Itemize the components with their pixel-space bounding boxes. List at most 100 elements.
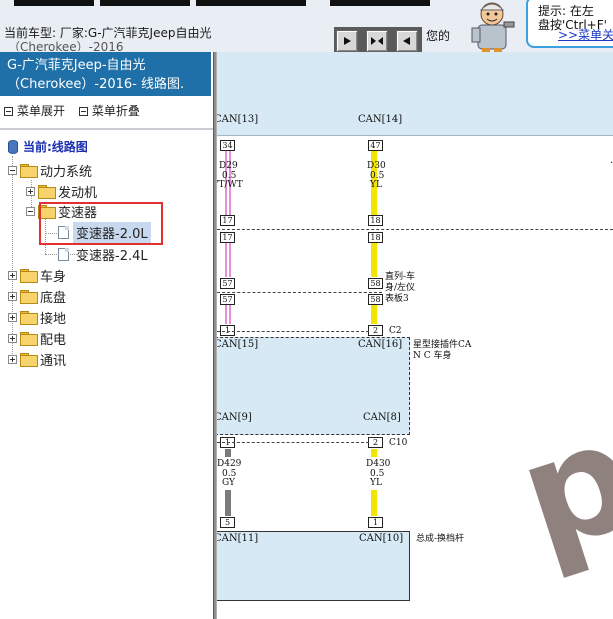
database-icon xyxy=(8,139,18,154)
wire-id-d29: D29 xyxy=(219,161,238,171)
red-highlight-annotation xyxy=(39,202,163,245)
pin-box: 17 xyxy=(220,232,235,243)
expand-toggle-icon[interactable] xyxy=(8,312,17,322)
tree-item-engine[interactable]: 发动机 xyxy=(26,182,98,201)
collapse-icon xyxy=(78,107,88,116)
component-label: 总成-换档杆 xyxy=(416,534,465,544)
expand-icon xyxy=(4,107,13,116)
connector-id-c10: C10 xyxy=(389,438,408,448)
pin-box: 58 xyxy=(368,278,383,289)
pin-box: 2 xyxy=(368,437,383,448)
menu-expand-button[interactable]: 菜单展开 xyxy=(4,104,65,118)
wiring-diagram-view[interactable]: CAN[13] CAN[14] · 34 47 D29 0.5 VT/WT D3… xyxy=(217,52,613,619)
tree-item-label: 车身 xyxy=(40,269,67,285)
pin-label-can9: CAN[9] xyxy=(217,412,252,423)
toolbar-button[interactable] xyxy=(14,0,94,6)
wire-color-code: VT/WT xyxy=(217,180,243,190)
pin-label-can14: CAN[14] xyxy=(358,114,403,125)
wire-pink xyxy=(225,241,231,277)
wire-id-d430: D430 xyxy=(366,459,391,469)
wire-gray xyxy=(225,490,231,516)
tree-item-label: 通讯 xyxy=(40,353,67,369)
pin-box: 1 xyxy=(368,517,383,528)
next-page-button[interactable] xyxy=(336,30,358,52)
pin-label-can8: CAN[8] xyxy=(363,412,401,423)
menu-collapse-label: 菜单折叠 xyxy=(91,104,140,118)
wire-pink xyxy=(225,302,231,324)
vehicle-title-line1: G-广汽菲克Jeep-自由光 xyxy=(7,58,146,73)
folder-icon xyxy=(20,332,38,346)
wire-color-code: YL xyxy=(370,478,382,488)
connector-boundary xyxy=(217,331,369,332)
pin-label-can16: CAN[16] xyxy=(358,339,403,350)
pin-box: 18 xyxy=(368,215,383,226)
component-label: N C 车身 xyxy=(413,351,452,361)
wire-yellow xyxy=(371,302,377,324)
pin-box: 17 xyxy=(220,215,235,226)
tip-line-1: 提示: 在左 xyxy=(538,4,594,18)
pin-box: 2 xyxy=(368,325,383,336)
pin-box: 18 xyxy=(368,232,383,243)
wire-gray xyxy=(225,449,231,457)
expand-toggle-icon[interactable] xyxy=(26,186,35,196)
pin-box: 5 xyxy=(220,517,235,528)
top-toolbar: 当前车型: 厂家:G-广汽菲克Jeep自由光 （Cherokee）-2016 您… xyxy=(0,0,613,54)
folder-icon xyxy=(20,269,38,283)
wire-yellow xyxy=(371,241,377,277)
tip-box: 提示: 在左 盘按'Ctrl+F' >>菜单关 xyxy=(526,0,613,48)
play-left-icon xyxy=(403,37,410,45)
mechanic-mascot-icon xyxy=(471,2,515,54)
pin-label-can11: CAN[11] xyxy=(217,533,259,544)
collapse-toggle-icon[interactable] xyxy=(8,165,17,175)
collapse-toggle-icon[interactable] xyxy=(26,206,35,216)
toolbar-button[interactable] xyxy=(196,0,306,6)
folder-icon xyxy=(38,185,56,199)
tree-item-ground[interactable]: 接地 xyxy=(8,308,67,327)
wire-color-code: GY xyxy=(222,478,235,488)
menu-collapse-button[interactable]: 菜单折叠 xyxy=(78,104,140,118)
tree-item-label: 底盘 xyxy=(40,290,67,306)
fit-page-button[interactable] xyxy=(366,30,388,52)
toolbar-button[interactable] xyxy=(100,0,190,6)
tree-item-label: 接地 xyxy=(40,311,67,327)
tree-item-communication[interactable]: 通讯 xyxy=(8,350,67,369)
expand-toggle-icon[interactable] xyxy=(8,291,17,301)
document-icon xyxy=(58,247,69,261)
pin-box: 34 xyxy=(220,140,235,151)
tree-item-chassis[interactable]: 底盘 xyxy=(8,287,67,306)
pin-label-can13: CAN[13] xyxy=(217,114,259,125)
connector-note: 直列-车 xyxy=(385,272,416,282)
wire-yellow xyxy=(371,449,377,457)
toolbar-button[interactable] xyxy=(330,0,430,6)
tree-item-body[interactable]: 车身 xyxy=(8,266,67,285)
pin-box: 57 xyxy=(220,294,235,305)
folder-icon xyxy=(20,290,38,304)
folder-icon xyxy=(20,353,38,367)
play-right-icon xyxy=(344,37,351,45)
tree-root-current[interactable]: 当前:线路图 xyxy=(8,138,88,155)
tree-item-power-distribution[interactable]: 配电 xyxy=(8,329,66,348)
watermark-letter: p xyxy=(499,387,613,587)
folder-icon xyxy=(20,311,38,325)
vehicle-title: G-广汽菲克Jeep-自由光 （Cherokee）-2016- 线路图. xyxy=(0,52,211,96)
tree-item-power[interactable]: 动力系统 xyxy=(8,161,92,180)
connector-boundary xyxy=(217,229,613,230)
double-arrow-icon xyxy=(371,37,383,45)
expand-toggle-icon[interactable] xyxy=(8,270,17,280)
tree-item-label: 变速器-2.4L xyxy=(76,248,148,264)
tree-item-trans-2-4l[interactable]: 变速器-2.4L xyxy=(58,245,148,264)
tree-item-label: 发动机 xyxy=(58,185,98,201)
current-car-label-line2: （Cherokee）-2016 xyxy=(8,41,124,51)
menu-expand-label: 菜单展开 xyxy=(17,104,66,118)
connector-note: 表板3 xyxy=(385,294,409,304)
folder-icon xyxy=(20,164,38,178)
module-block-top xyxy=(217,52,613,136)
vehicle-title-line2: （Cherokee）-2016- 线路图. xyxy=(7,77,185,92)
pin-box: 58 xyxy=(368,294,383,305)
current-car-label: 当前车型: 厂家:G-广汽菲克Jeep自由光 xyxy=(4,26,212,40)
expand-toggle-icon[interactable] xyxy=(8,354,17,364)
wire-id-d30: D30 xyxy=(367,161,386,171)
prev-page-button[interactable] xyxy=(396,30,418,52)
menu-close-link[interactable]: >>菜单关 xyxy=(558,28,613,42)
expand-toggle-icon[interactable] xyxy=(8,333,17,343)
